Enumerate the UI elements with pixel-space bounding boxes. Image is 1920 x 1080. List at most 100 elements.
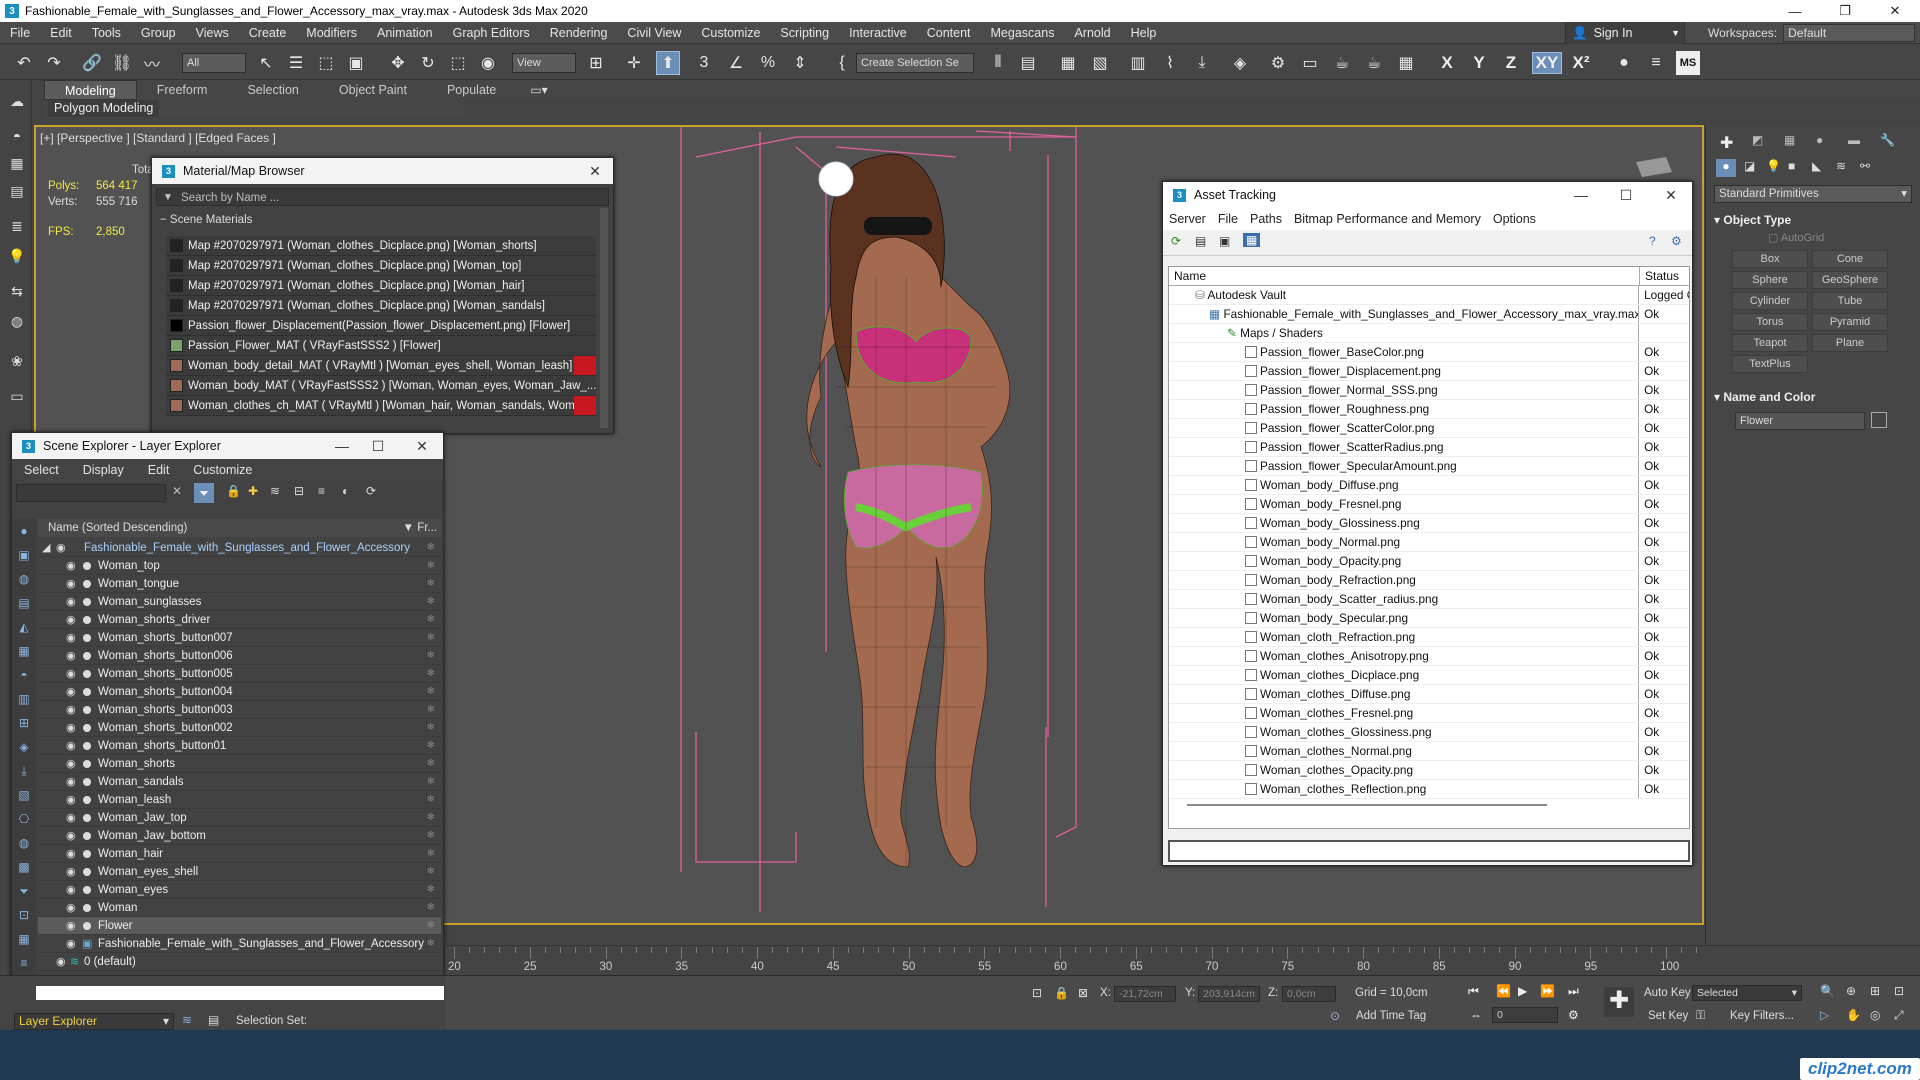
tree-object-row[interactable]: ◉ ▣ Fashionable_Female_with_Sunglasses_and… [38, 935, 441, 953]
redo-icon[interactable]: ↷ [42, 51, 66, 75]
tree-object-row[interactable]: ◉ Woman_shorts ❄ [38, 755, 441, 773]
tree-object-row[interactable]: ◉ Woman ❄ [38, 899, 441, 917]
freeze-icon[interactable]: ❄ [427, 863, 435, 881]
sync-icon[interactable]: ⟳ [366, 484, 376, 498]
move-icon[interactable]: ✥ [386, 51, 410, 75]
primitive-sphere-button[interactable]: Sphere [1732, 271, 1808, 289]
asset-file-row[interactable]: Woman_clothes_Dicplace.png Ok [1169, 666, 1689, 685]
scene-explorer-icon[interactable]: ▦ [6, 152, 28, 174]
material-editor-icon[interactable]: ◈ [1228, 51, 1252, 75]
x-coordinate-field[interactable]: -21,72cm [1114, 986, 1176, 1002]
asset-file-row[interactable]: Woman_clothes_Anisotropy.png Ok [1169, 647, 1689, 666]
menu-civil-view[interactable]: Civil View [617, 22, 691, 44]
status-column-header[interactable]: Status [1640, 267, 1679, 285]
close-icon[interactable]: ✕ [404, 433, 440, 459]
asset-file-row[interactable]: Woman_body_Scatter_radius.png Ok [1169, 590, 1689, 609]
window-crossing-icon[interactable]: ▣ [344, 51, 368, 75]
asset-file-row[interactable]: Woman_body_Opacity.png Ok [1169, 552, 1689, 571]
render-setup-icon[interactable]: ⚙ [1266, 51, 1290, 75]
tree-object-row[interactable]: ◉ Woman_shorts_button004 ❄ [38, 683, 441, 701]
freeze-icon[interactable]: ❄ [427, 827, 435, 845]
named-selection-dropdown[interactable]: Create Selection Se [856, 53, 974, 73]
asset-file-row[interactable]: Woman_body_Glossiness.png Ok [1169, 514, 1689, 533]
list-icon[interactable]: ≣ [6, 215, 28, 237]
menu-rendering[interactable]: Rendering [540, 22, 618, 44]
go-to-start-icon[interactable]: ⏮ [1468, 984, 1479, 999]
y-coordinate-field[interactable]: 203,914cm [1198, 986, 1260, 1002]
tree-object-row[interactable]: ◉ Woman_eyes ❄ [38, 881, 441, 899]
name-column-header[interactable]: Name (Sorted Descending) ▼ Fr... [38, 519, 441, 537]
eye-icon[interactable]: ◉ [66, 881, 76, 899]
tree-object-row[interactable]: ◉ Woman_shorts_button002 ❄ [38, 719, 441, 737]
tree-object-row[interactable]: ◉ Woman_shorts_button003 ❄ [38, 701, 441, 719]
freeze-icon[interactable]: ❄ [427, 737, 435, 755]
modify-tab-icon[interactable]: ◩ [1752, 133, 1763, 147]
freeze-icon[interactable]: ❄ [427, 773, 435, 791]
asset-row-vault[interactable]: ⛁ Autodesk Vault Logged O [1169, 286, 1689, 305]
primitive-tube-button[interactable]: Tube [1812, 292, 1888, 310]
play-icon[interactable]: ▶ [1518, 984, 1527, 998]
eye-icon[interactable]: ◉ [66, 755, 76, 773]
eye-icon[interactable]: ◉ [66, 899, 76, 917]
asset-file-row[interactable]: Woman_body_Diffuse.png Ok [1169, 476, 1689, 495]
material-item[interactable]: Passion_flower_Displacement(Passion_flow… [166, 316, 596, 336]
find-input[interactable] [16, 484, 166, 502]
toggle-scene-explorer-icon[interactable]: ▦ [1056, 51, 1080, 75]
asset-file-row[interactable]: Woman_clothes_Glossiness.png Ok [1169, 723, 1689, 742]
scale-icon[interactable]: ⬚ [446, 51, 470, 75]
refresh-icon[interactable]: ⟳ [1171, 234, 1181, 248]
menu-group[interactable]: Group [131, 22, 186, 44]
tree-object-row[interactable]: ◉ Woman_top ❄ [38, 557, 441, 575]
minimize-icon[interactable]: — [1563, 182, 1599, 208]
render-in-cloud-icon[interactable]: ▦ [1394, 51, 1418, 75]
freeze-icon[interactable]: ❄ [427, 881, 435, 899]
eye-icon[interactable]: ◉ [66, 629, 76, 647]
eye-icon[interactable]: ◉ [66, 665, 76, 683]
auto-key-button[interactable]: Auto Key [1644, 987, 1691, 999]
sign-in-button[interactable]: 👤 Sign In ▼ [1565, 22, 1685, 44]
display-icons-column[interactable]: ● ▣ ◍ ▤ ◭ ▦ ◓ ▥ ⊞ ◈ ⤓ ▧ ⎔ ◍ ▩ ⏷ ⊡ ▦ ≡ [12, 519, 36, 975]
menu-interactive[interactable]: Interactive [839, 22, 917, 44]
eye-icon[interactable]: ◉ [66, 917, 76, 935]
reference-coordinate-dropdown[interactable]: View [512, 53, 576, 73]
eye-icon[interactable]: ◉ [56, 539, 66, 557]
asset-file-row[interactable]: Passion_flower_Displacement.png Ok [1169, 362, 1689, 381]
menu-options[interactable]: Options [1487, 212, 1542, 226]
pan-view-icon[interactable]: ✋ [1846, 1008, 1861, 1022]
edit-named-selection-icon[interactable]: { [830, 51, 854, 75]
tree-object-row[interactable]: ◉ Woman_shorts_button006 ❄ [38, 647, 441, 665]
eye-icon[interactable]: ◉ [66, 863, 76, 881]
asset-file-row[interactable]: Woman_clothes_Normal.png Ok [1169, 742, 1689, 761]
autogrid-checkbox[interactable]: ▢ AutoGrid [1768, 231, 1920, 244]
freeze-icon[interactable]: ❄ [427, 683, 435, 701]
go-to-end-icon[interactable]: ⏭ [1568, 984, 1579, 999]
add-to-layer-icon[interactable]: ≋ [270, 484, 280, 498]
settings-icon[interactable]: ⚙ [1671, 234, 1682, 248]
axis-x-button[interactable]: X [1436, 52, 1458, 74]
key-filters-button[interactable]: Key Filters... [1730, 1010, 1794, 1022]
scene-state-icon[interactable]: ◓ [6, 125, 28, 147]
menu-edit[interactable]: Edit [40, 22, 82, 44]
set-key-icon[interactable]: ✚ [1604, 987, 1634, 1017]
rotate-icon[interactable]: ↻ [416, 51, 440, 75]
close-icon[interactable]: ✕ [577, 158, 613, 184]
freeze-icon[interactable]: ❄ [427, 917, 435, 935]
hierarchy-tab-icon[interactable]: ▦ [1784, 133, 1795, 147]
lights-icon[interactable]: 💡 [1766, 159, 1781, 173]
minimize-icon[interactable]: — [1772, 0, 1818, 22]
material-search-input[interactable]: ▼ Search by Name ... [156, 188, 609, 206]
asset-file-row[interactable]: Woman_body_Normal.png Ok [1169, 533, 1689, 552]
close-icon[interactable]: ✕ [1872, 0, 1918, 22]
name-and-color-rollout[interactable]: ▾ Name and Color [1714, 388, 1912, 406]
primitive-cone-button[interactable]: Cone [1812, 250, 1888, 268]
systems-icon[interactable]: ⚯ [1860, 159, 1870, 173]
workspaces-dropdown[interactable]: Default [1783, 24, 1916, 42]
tree-object-row[interactable]: ◉ Woman_eyes_shell ❄ [38, 863, 441, 881]
select-manipulate-icon[interactable]: ✛ [622, 51, 646, 75]
eye-icon[interactable]: ◉ [66, 557, 76, 575]
snaps-toggle-icon[interactable]: 3 [692, 51, 716, 75]
menu-help[interactable]: Help [1121, 22, 1167, 44]
geometry-icon[interactable]: ● [1716, 159, 1736, 177]
list-view-icon[interactable]: ▤ [1195, 234, 1206, 248]
asset-file-row[interactable]: Woman_clothes_Diffuse.png Ok [1169, 685, 1689, 704]
